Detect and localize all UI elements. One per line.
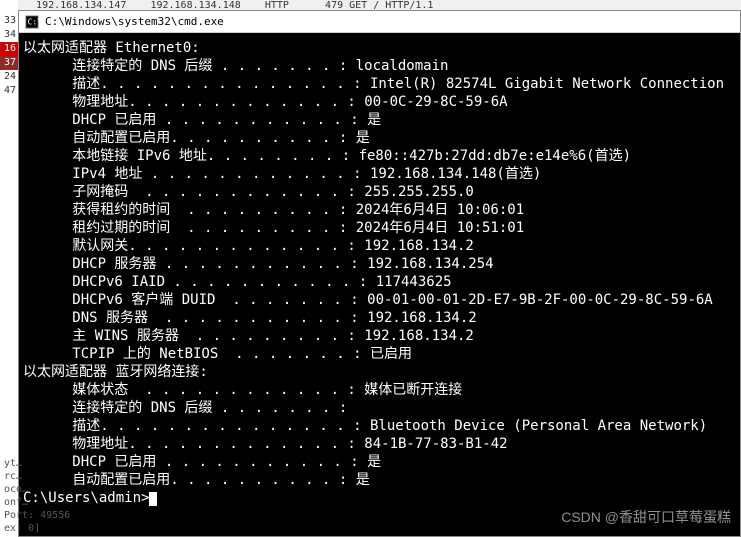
cmd-icon: C:\ <box>25 15 39 29</box>
titlebar[interactable]: C:\ C:\Windows\system32\cmd.exe <box>19 11 740 33</box>
background-bottom-text: yt… rc… oco… onf… Port: 49556 ex: 0] <box>0 455 741 537</box>
window-title: C:\Windows\system32\cmd.exe <box>45 15 734 28</box>
svg-text:C:\: C:\ <box>28 17 39 26</box>
